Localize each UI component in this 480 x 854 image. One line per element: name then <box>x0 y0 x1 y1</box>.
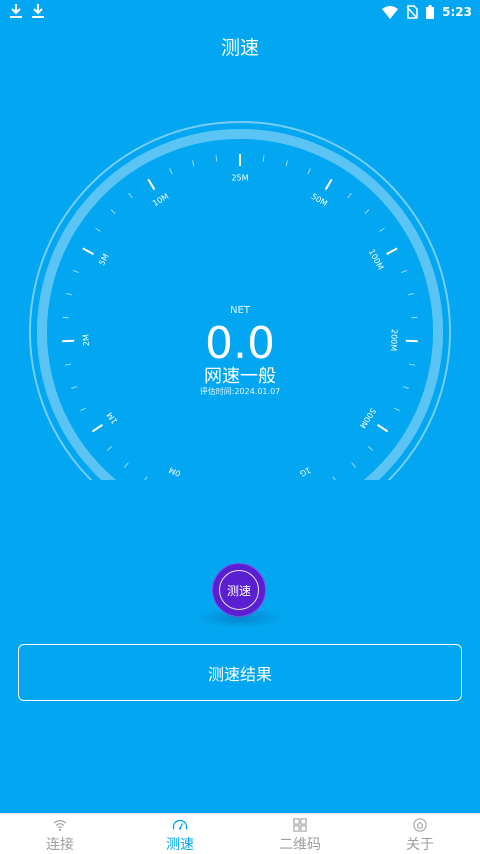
gauge-minor-tick <box>262 155 265 162</box>
gauge-scale-label: 500M <box>358 406 378 429</box>
gauge-minor-tick <box>401 269 408 273</box>
speedometer-icon <box>172 819 188 830</box>
nav-label-about: 关于 <box>406 837 434 853</box>
gauge-scale-label: 0M <box>167 465 182 478</box>
home-circle-icon <box>413 818 427 832</box>
gauge-minor-tick <box>110 209 116 214</box>
gauge-minor-tick <box>215 155 218 162</box>
evaluation-time: 评估时间:2024.01.07 <box>199 387 281 396</box>
gauge-top-label: NET <box>230 305 250 316</box>
gauge-minor-tick <box>66 293 73 296</box>
nav-label-speedtest: 测速 <box>166 837 194 853</box>
gauge-minor-tick <box>169 168 173 175</box>
gauge-minor-tick <box>191 160 195 167</box>
gauge-major-tick <box>91 423 103 433</box>
gauge-minor-tick <box>367 446 374 451</box>
start-test-button[interactable]: 测速 <box>212 563 266 617</box>
gauge-minor-tick <box>407 293 414 296</box>
gauge-scale-label: 100M <box>367 248 385 272</box>
nav-item-connect[interactable]: 连接 <box>0 814 120 854</box>
gauge-scale-label: 50M <box>310 192 329 209</box>
gauge-scale-label: 5M <box>97 252 111 267</box>
nav-item-about[interactable]: 关于 <box>360 814 480 854</box>
gauge-scale-label: 1G <box>298 465 312 478</box>
gauge-minor-tick <box>394 407 400 412</box>
test-button-wrap: 测速 <box>212 563 268 619</box>
gauge-minor-tick <box>332 476 336 480</box>
gauge-scale-label: 25M <box>231 174 248 183</box>
gauge-major-tick <box>147 178 156 191</box>
gauge-minor-tick <box>307 168 311 175</box>
gauge-major-tick <box>82 247 94 255</box>
gauge-minor-tick <box>80 407 86 412</box>
test-result-button[interactable]: 测速结果 <box>18 644 462 701</box>
gauge-minor-tick <box>285 160 289 167</box>
gauge-major-tick <box>377 423 389 433</box>
gauge-minor-tick <box>347 192 352 199</box>
start-test-label: 测速 <box>219 570 259 610</box>
gauge-minor-tick <box>144 476 148 480</box>
gauge-minor-tick <box>124 462 129 468</box>
speed-status: 网速一般 <box>204 366 276 387</box>
gauge-minor-tick <box>379 227 385 232</box>
wifi-icon <box>53 820 67 831</box>
gauge-minor-tick <box>72 269 79 273</box>
gauge-major-tick <box>324 178 333 191</box>
gauge-major-tick <box>386 247 398 255</box>
gauge-minor-tick <box>95 227 101 232</box>
bottom-nav: 连接 测速 二维码 关于 <box>0 813 480 854</box>
gauge-minor-tick <box>351 462 356 468</box>
gauge-minor-tick <box>106 446 113 451</box>
gauge-scale-label: 1M <box>105 411 119 426</box>
nav-item-speedtest[interactable]: 测速 <box>120 814 240 854</box>
gauge-minor-tick <box>364 209 370 214</box>
nav-label-connect: 连接 <box>46 837 74 853</box>
speed-gauge: 0M1M2M5M10M25M50M100M200M500M1G <box>29 121 451 480</box>
nav-item-qrcode[interactable]: 二维码 <box>240 814 360 854</box>
gauge-minor-tick <box>128 192 133 199</box>
gauge-scale-label: 10M <box>151 192 170 209</box>
nav-label-qrcode: 二维码 <box>279 837 321 853</box>
qr-grid-icon <box>293 818 307 832</box>
